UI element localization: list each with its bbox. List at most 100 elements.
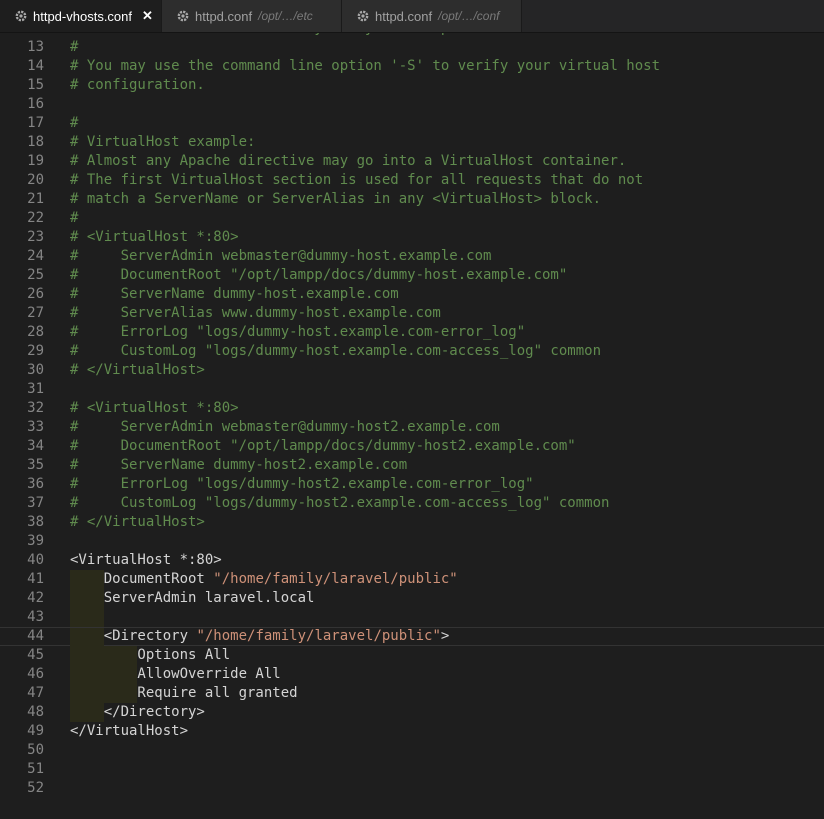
line-number: 43 [27,609,44,625]
code-line[interactable]: 16 [0,95,824,114]
code-token: # ErrorLog "logs/dummy-host.example.com-… [70,324,526,340]
code-token: # ErrorLog "logs/dummy-host2.example.com… [70,476,534,492]
code-line[interactable]: 42 ServerAdmin laravel.local [0,589,824,608]
gear-icon [356,9,370,23]
code-token: Require all granted [70,685,298,701]
line-number: 21 [27,191,44,207]
code-line[interactable]: 31 [0,380,824,399]
code-line[interactable]: 27 # ServerAlias www.dummy-host.example.c… [0,304,824,323]
code-token: # configuration. [70,77,205,93]
line-number: 20 [27,172,44,188]
code-line[interactable]: 14 # You may use the command line option … [0,57,824,76]
code-text: # ServerAdmin webmaster@dummy-host2.exam… [70,418,500,437]
code-line[interactable]: 32 # <VirtualHost *:80> [0,399,824,418]
code-editor[interactable]: 12# for further details before you try t… [0,33,824,819]
code-text: # CustomLog "logs/dummy-host.example.com… [70,342,601,361]
code-line[interactable]: 34 # DocumentRoot "/opt/lampp/docs/dummy-… [0,437,824,456]
code-text: # DocumentRoot "/opt/lampp/docs/dummy-ho… [70,266,567,285]
code-token: # [70,210,79,226]
code-token: # VirtualHost example: [70,134,256,150]
code-line[interactable]: 50 [0,741,824,760]
code-line[interactable]: 38 # </VirtualHost> [0,513,824,532]
code-line[interactable]: 52 [0,779,824,798]
code-text: # <VirtualHost *:80> [70,228,239,247]
code-line[interactable]: 48 </Directory> [0,703,824,722]
code-text: # VirtualHost example: [70,133,255,152]
code-token: # match a ServerName or ServerAlias in a… [70,191,602,207]
code-line[interactable]: 41 DocumentRoot "/home/family/laravel/pu… [0,570,824,589]
code-token: # The first VirtualHost section is used … [70,172,644,188]
code-text: </Directory> [70,703,205,722]
line-number: 37 [27,495,44,511]
line-number: 47 [27,685,44,701]
code-text: # </VirtualHost> [70,513,205,532]
code-line[interactable]: 15 # configuration. [0,76,824,95]
code-line[interactable]: 33 # ServerAdmin webmaster@dummy-host2.ex… [0,418,824,437]
code-text: # <VirtualHost *:80> [70,399,239,418]
code-text: # ErrorLog "logs/dummy-host.example.com-… [70,323,525,342]
code-line[interactable]: 19 # Almost any Apache directive may go i… [0,152,824,171]
code-line[interactable]: 13 # [0,38,824,57]
code-text: # ServerAdmin webmaster@dummy-host.examp… [70,247,491,266]
close-icon[interactable]: ✕ [142,8,153,24]
code-text: # The first VirtualHost section is used … [70,171,643,190]
line-number: 13 [27,39,44,55]
code-line[interactable]: 28 # ErrorLog "logs/dummy-host.example.co… [0,323,824,342]
code-token: # ServerAdmin webmaster@dummy-host.examp… [70,248,492,264]
line-number: 42 [27,590,44,606]
code-text: ServerAdmin laravel.local [70,589,315,608]
code-line[interactable]: 20 # The first VirtualHost section is use… [0,171,824,190]
code-line[interactable]: 44 <Directory "/home/family/laravel/publ… [0,627,824,647]
code-line[interactable]: 22 # [0,209,824,228]
line-number: 19 [27,153,44,169]
code-line[interactable]: 24 # ServerAdmin webmaster@dummy-host.exa… [0,247,824,266]
code-line[interactable]: 49 </VirtualHost> [0,722,824,741]
code-line[interactable]: 46 AllowOverride All [0,665,824,684]
line-number: 52 [27,780,44,796]
code-line[interactable]: 17 # [0,114,824,133]
code-text: <VirtualHost *:80> [70,551,222,570]
tab-path: /opt/…/etc [258,9,313,23]
code-token: # <VirtualHost *:80> [70,229,239,245]
line-number: 30 [27,362,44,378]
code-line[interactable]: 18 # VirtualHost example: [0,133,824,152]
code-line[interactable]: 39 [0,532,824,551]
tab-title: httpd.conf [375,8,433,24]
tab-httpd-vhosts-conf[interactable]: httpd-vhosts.conf ✕ [0,0,162,32]
code-text: # ErrorLog "logs/dummy-host2.example.com… [70,475,534,494]
code-line[interactable]: 21 # match a ServerName or ServerAlias in… [0,190,824,209]
tab-httpd-conf-etc[interactable]: httpd.conf /opt/…/etc [162,0,342,32]
code-line[interactable]: 30 # </VirtualHost> [0,361,824,380]
code-line[interactable]: 51 [0,760,824,779]
code-line[interactable]: 37 # CustomLog "logs/dummy-host2.example.… [0,494,824,513]
code-line[interactable]: 36 # ErrorLog "logs/dummy-host2.example.c… [0,475,824,494]
code-text: # You may use the command line option '-… [70,57,660,76]
code-line[interactable]: 23 # <VirtualHost *:80> [0,228,824,247]
line-number: 49 [27,723,44,739]
tab-httpd-conf-conf[interactable]: httpd.conf /opt/…/conf [342,0,522,32]
line-number: 28 [27,324,44,340]
code-token: # [70,39,79,55]
line-number: 40 [27,552,44,568]
code-line[interactable]: 40 <VirtualHost *:80> [0,551,824,570]
line-number: 32 [27,400,44,416]
line-number: 23 [27,229,44,245]
tab-bar: httpd-vhosts.conf ✕ httpd.conf /opt/…/et… [0,0,824,33]
indent-guide [70,608,104,627]
code-text: # Almost any Apache directive may go int… [70,152,626,171]
code-token: # DocumentRoot "/opt/lampp/docs/dummy-ho… [70,267,568,283]
line-number: 33 [27,419,44,435]
code-text: # ServerName dummy-host.example.com [70,285,399,304]
code-token: AllowOverride All [70,666,281,682]
line-number: 27 [27,305,44,321]
line-number: 31 [27,381,44,397]
line-number: 48 [27,704,44,720]
code-line[interactable]: 26 # ServerName dummy-host.example.com [0,285,824,304]
tab-path: /opt/…/conf [438,9,500,23]
code-line[interactable]: 35 # ServerName dummy-host2.example.com [0,456,824,475]
code-line[interactable]: 25 # DocumentRoot "/opt/lampp/docs/dummy-… [0,266,824,285]
code-line[interactable]: 29 # CustomLog "logs/dummy-host.example.c… [0,342,824,361]
code-line[interactable]: 45 Options All [0,646,824,665]
code-line[interactable]: 47 Require all granted [0,684,824,703]
code-line[interactable]: 43 [0,608,824,627]
